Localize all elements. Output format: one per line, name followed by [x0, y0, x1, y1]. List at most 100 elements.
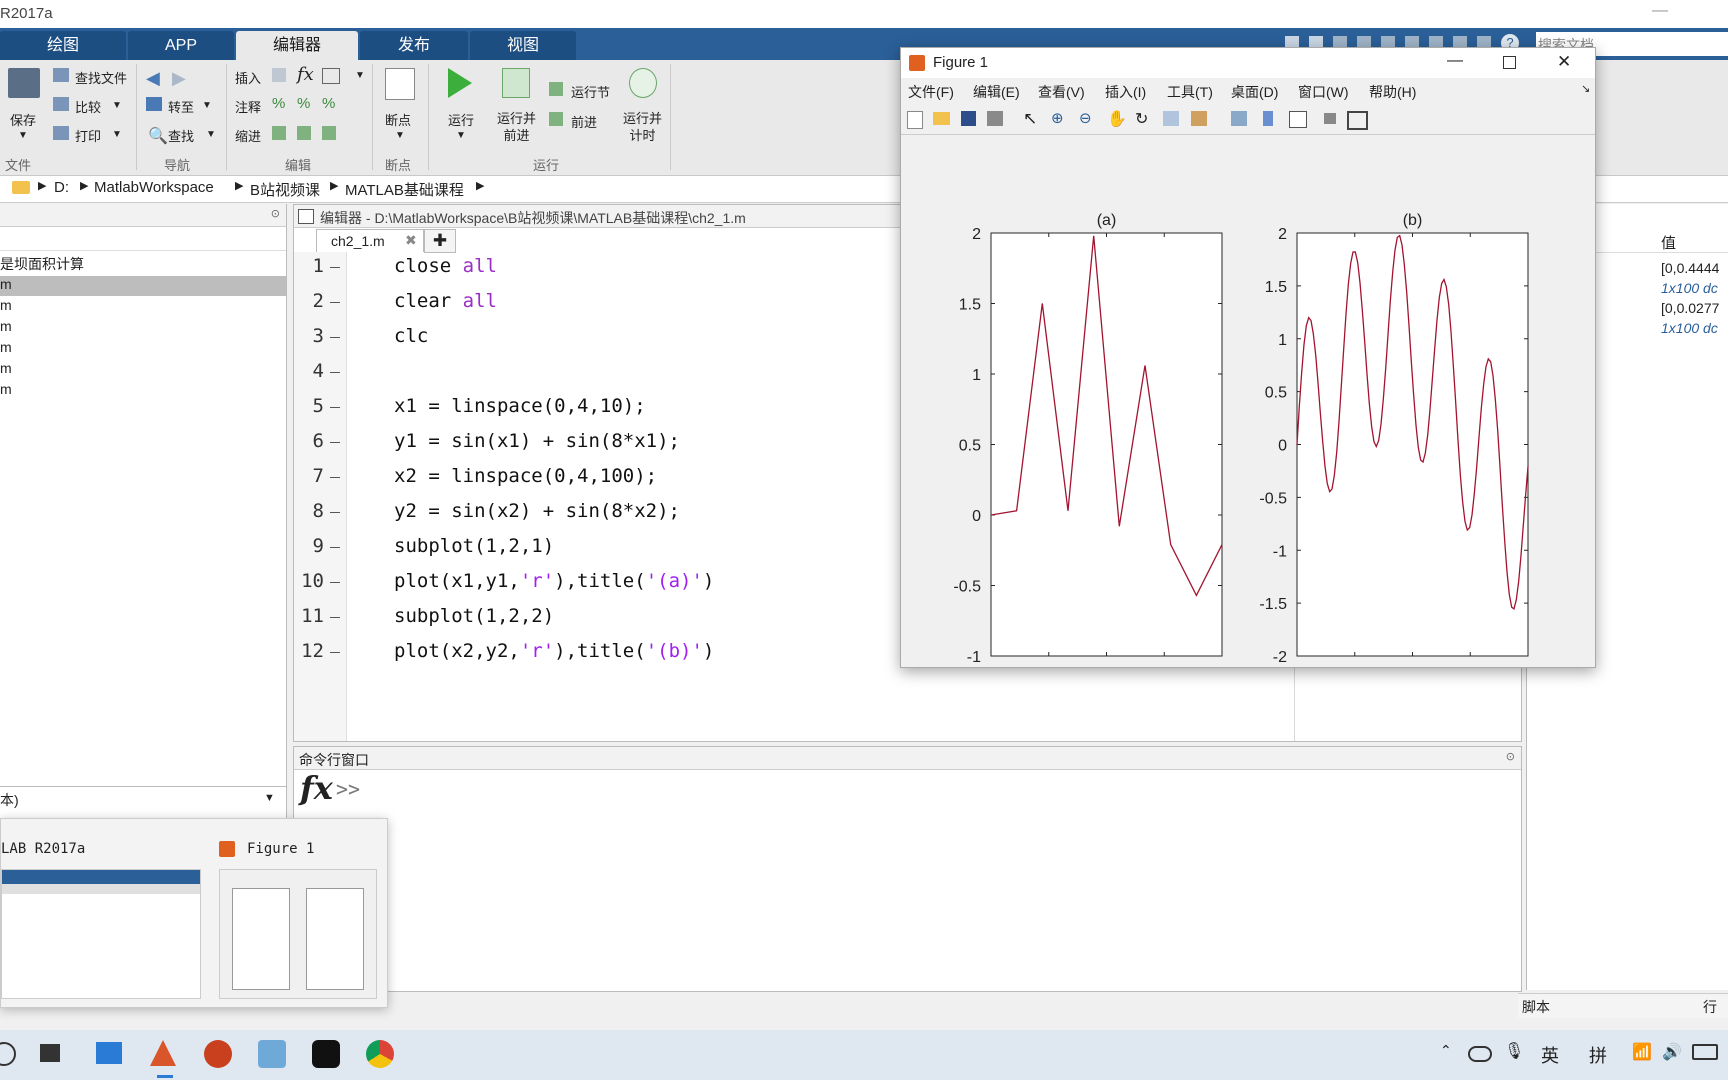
data-cursor-icon[interactable] [1163, 111, 1179, 126]
chevron-down-icon[interactable]: ▼ [264, 792, 275, 804]
widgets-icon[interactable] [96, 1042, 122, 1064]
breakpoints-button[interactable]: 断点 [385, 110, 411, 129]
list-item[interactable]: m [0, 360, 12, 376]
menu-window[interactable]: 窗口(W) [1298, 82, 1349, 102]
list-item[interactable]: m [0, 297, 12, 313]
zoom-out-icon[interactable]: ⊖ [1079, 109, 1092, 127]
code-line[interactable]: clear all [394, 290, 497, 312]
tab-publish[interactable]: 发布 [360, 31, 468, 60]
code-line[interactable]: clc [394, 325, 428, 347]
pan-hand-icon[interactable]: ✋ [1107, 109, 1127, 129]
list-item[interactable]: m [0, 339, 12, 355]
compare-button[interactable]: 比较 [75, 97, 101, 116]
path-segment[interactable]: MatlabWorkspace [94, 179, 214, 196]
forward-icon[interactable]: ▶ [172, 68, 186, 89]
goto-dropdown-icon[interactable]: ▼ [202, 100, 212, 111]
breakpoint-marker[interactable] [330, 512, 340, 513]
breakpoints-dropdown-icon[interactable]: ▼ [395, 130, 405, 141]
back-icon[interactable]: ◀ [146, 68, 160, 89]
insert-table-icon[interactable] [322, 68, 340, 84]
goto-button[interactable]: 转至 [168, 97, 194, 116]
code-line[interactable]: close all [394, 255, 497, 277]
code-line[interactable]: subplot(1,2,1) [394, 535, 554, 557]
indent-button[interactable]: 缩进 [235, 126, 261, 145]
figure-canvas[interactable]: (a)0123421.510.50-0.5-1(b)0123421.510.50… [901, 135, 1595, 685]
menu-insert[interactable]: 插入(I) [1105, 82, 1146, 102]
workspace-value[interactable]: [0,0.4444 [1661, 260, 1719, 276]
microphone-icon[interactable]: 🎙 [1504, 1041, 1524, 1061]
increase-indent-icon[interactable] [297, 126, 311, 140]
list-item-selected[interactable]: m [0, 276, 286, 296]
insert-section-icon[interactable] [272, 68, 286, 82]
minimize-icon[interactable]: — [1447, 52, 1463, 70]
breakpoint-marker[interactable] [330, 477, 340, 478]
tab-editor[interactable]: 编辑器 [236, 31, 358, 60]
workspace-value[interactable]: 1x100 dc [1661, 280, 1718, 296]
breakpoint-marker[interactable] [330, 372, 340, 373]
search-icon[interactable] [0, 1042, 16, 1066]
menu-file[interactable]: 文件(F) [908, 82, 954, 102]
print-dropdown-icon[interactable]: ▼ [112, 129, 122, 140]
uncomment-icon[interactable]: % [297, 95, 310, 112]
dock-arrow-icon[interactable]: ↘ [1581, 82, 1590, 95]
new-figure-icon[interactable] [907, 111, 923, 129]
command-prompt[interactable]: >> [336, 777, 360, 801]
wifi-icon[interactable]: 📶 [1632, 1042, 1652, 1062]
breakpoint-marker[interactable] [330, 582, 340, 583]
panel-menu-icon[interactable]: ⊙ [271, 207, 280, 220]
code-line[interactable]: x1 = linspace(0,4,10); [394, 395, 646, 417]
tab-view[interactable]: 视图 [470, 31, 576, 60]
path-segment[interactable]: D: [54, 179, 69, 196]
minimize-icon[interactable]: — [1652, 2, 1668, 20]
camera-app-icon[interactable] [258, 1040, 286, 1068]
breakpoint-marker[interactable] [330, 267, 340, 268]
print-figure-icon[interactable] [987, 111, 1003, 126]
zoom-in-icon[interactable]: ⊕ [1051, 109, 1064, 127]
input-method-pinyin[interactable]: 拼 [1589, 1042, 1607, 1068]
code-line[interactable]: y1 = sin(x1) + sin(8*x1); [394, 430, 680, 452]
workspace-value[interactable]: 1x100 dc [1661, 320, 1718, 336]
code-line[interactable]: plot(x1,y1,'r'),title('(a)') [394, 570, 714, 592]
editor-tab[interactable]: ch2_1.m ✖ [316, 229, 424, 252]
chevron-up-icon[interactable]: ⌃ [1440, 1042, 1452, 1059]
colorbar-icon[interactable] [1263, 111, 1273, 126]
rotate-3d-icon[interactable]: ↻ [1135, 109, 1148, 129]
menu-view[interactable]: 查看(V) [1038, 82, 1085, 102]
battery-icon[interactable] [1692, 1044, 1718, 1060]
comment-percent-icon[interactable]: % [272, 95, 285, 112]
code-line[interactable]: y2 = sin(x2) + sin(8*x2); [394, 500, 680, 522]
breakpoint-marker[interactable] [330, 652, 340, 653]
wrap-comments-icon[interactable]: % [322, 95, 335, 112]
insert-dropdown-icon[interactable]: ▼ [355, 70, 365, 81]
menu-tools[interactable]: 工具(T) [1167, 82, 1213, 102]
find-files-button[interactable]: 查找文件 [75, 68, 127, 87]
print-button[interactable]: 打印 [75, 126, 101, 145]
path-segment[interactable]: B站视频课 [250, 179, 320, 200]
workspace-value[interactable]: [0,0.0277 [1661, 300, 1719, 316]
function-browser-icon[interactable]: fx [300, 769, 333, 807]
breakpoint-marker[interactable] [330, 302, 340, 303]
figure-thumbnail[interactable] [219, 869, 377, 999]
breakpoint-marker[interactable] [330, 442, 340, 443]
find-dropdown-icon[interactable]: ▼ [206, 129, 216, 140]
close-tab-icon[interactable]: ✖ [405, 232, 417, 249]
legend-icon[interactable] [1289, 111, 1307, 128]
find-button[interactable]: 查找 [168, 126, 194, 145]
comment-button[interactable]: 注释 [235, 97, 261, 116]
list-item[interactable]: m [0, 381, 12, 397]
decrease-indent-icon[interactable] [322, 126, 336, 140]
run-section-button[interactable]: 运行节 [571, 82, 610, 101]
hide-tools-icon[interactable] [1324, 113, 1336, 124]
link-plot-icon[interactable] [1231, 111, 1247, 126]
powerpoint-icon[interactable] [204, 1040, 232, 1068]
run-and-time-button[interactable]: 运行并 计时 [623, 110, 662, 144]
advance-button[interactable]: 前进 [571, 112, 597, 131]
menu-edit[interactable]: 编辑(E) [973, 82, 1020, 102]
maximize-icon[interactable] [1503, 56, 1516, 69]
save-figure-icon[interactable] [961, 111, 976, 126]
insert-function-icon[interactable]: fx [297, 64, 314, 85]
smart-indent-icon[interactable] [272, 126, 286, 140]
input-mode-en[interactable]: 英 [1541, 1042, 1559, 1068]
edit-plot-pointer-icon[interactable]: ↖ [1023, 109, 1037, 129]
save-dropdown-icon[interactable]: ▼ [18, 130, 28, 141]
